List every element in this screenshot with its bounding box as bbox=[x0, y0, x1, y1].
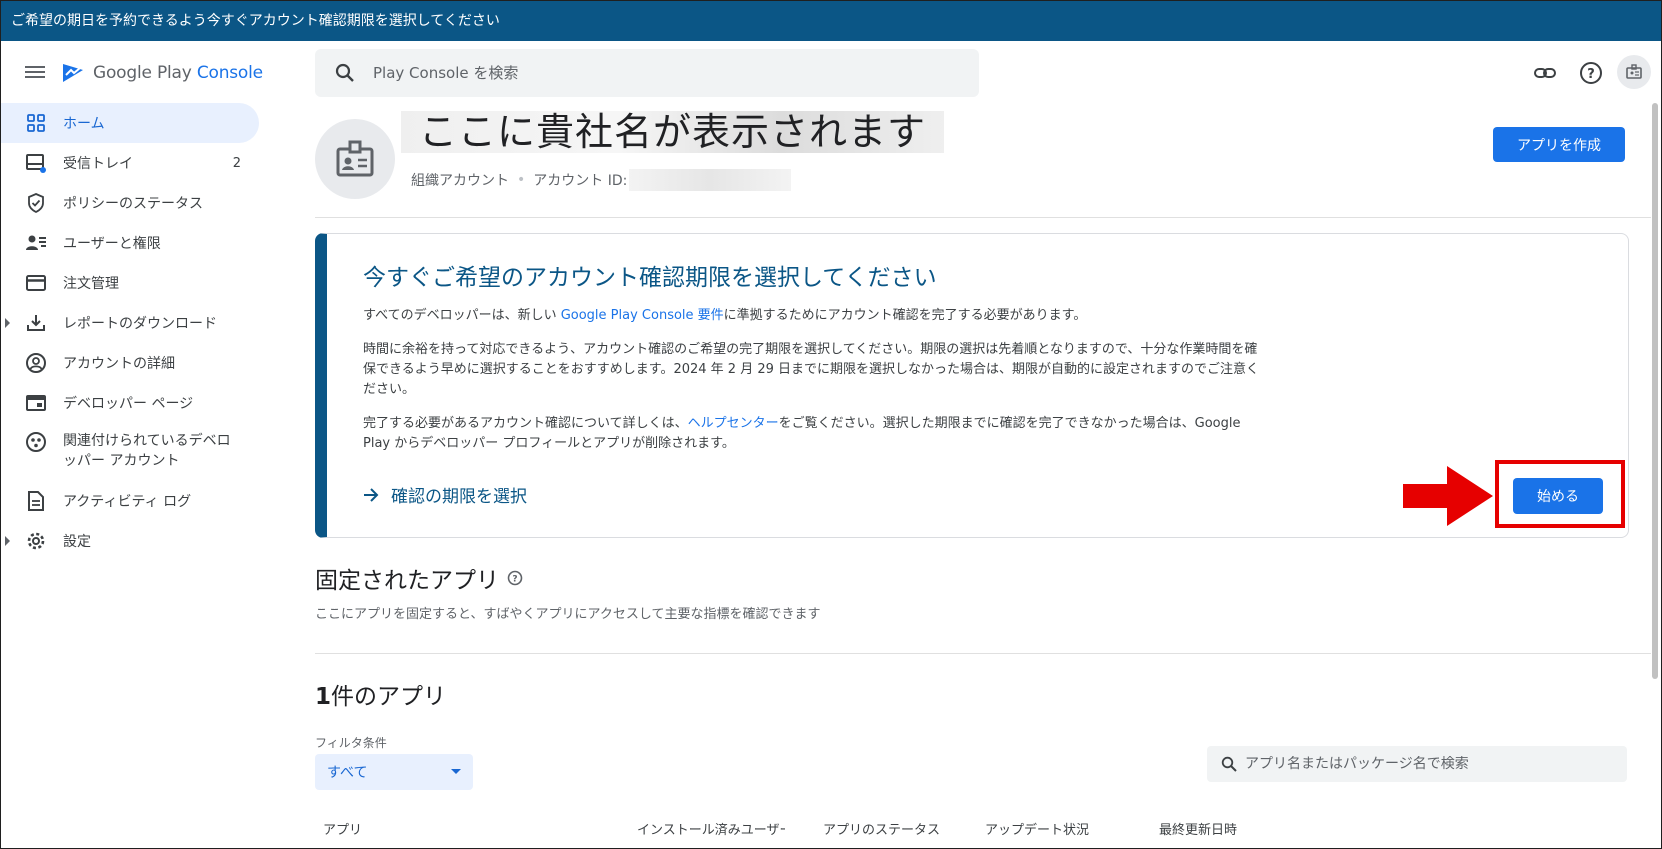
inbox-count-badge: 2 bbox=[232, 155, 241, 171]
brand-name: Google Play Console bbox=[93, 63, 263, 83]
account-icon[interactable] bbox=[1617, 55, 1651, 89]
notice-paragraph: 完了する必要があるアカウント確認について詳しくは、ヘルプセンターをご覧ください。… bbox=[363, 414, 1263, 454]
account-id-masked bbox=[629, 169, 792, 191]
svg-text:?: ? bbox=[1587, 67, 1595, 82]
sidebar-item-activity-log[interactable]: アクティビティ ログ bbox=[1, 481, 263, 521]
select-deadline-label: 確認の期限を選択 bbox=[391, 487, 527, 507]
credit-card-icon bbox=[25, 272, 47, 294]
sidebar-item-label: 設定 bbox=[63, 534, 91, 550]
column-header-update-status[interactable]: アップデート状況 bbox=[985, 819, 1089, 838]
search-icon bbox=[335, 63, 354, 82]
sidebar-item-label: ポリシーのステータス bbox=[63, 196, 203, 212]
expand-arrow-icon[interactable] bbox=[5, 536, 10, 546]
app-search-input[interactable] bbox=[1245, 756, 1615, 772]
sidebar-item-account-details[interactable]: アカウントの詳細 bbox=[1, 343, 263, 383]
sidebar-item-label: ホーム bbox=[63, 116, 105, 132]
sidebar-item-label: アカウントの詳細 bbox=[63, 356, 175, 372]
sidebar-item-download-reports[interactable]: レポートのダウンロード bbox=[1, 303, 263, 343]
scrollbar[interactable] bbox=[1652, 103, 1658, 679]
sidebar-item-label: 注文管理 bbox=[63, 276, 119, 292]
help-center-link[interactable]: ヘルプセンター bbox=[688, 416, 779, 431]
sidebar-item-inbox[interactable]: 受信トレイ 2 bbox=[1, 143, 263, 183]
sidebar-item-policy-status[interactable]: ポリシーのステータス bbox=[1, 183, 263, 223]
sidebar-item-home[interactable]: ホーム bbox=[1, 103, 259, 143]
company-name: ここに貴社名が表示されます bbox=[401, 111, 945, 153]
select-deadline-link[interactable]: 確認の期限を選択 bbox=[363, 482, 527, 507]
document-icon bbox=[25, 490, 47, 512]
sidebar-nav: ホーム 受信トレイ 2 ポリシーのステータス ユーザーと権限 注文管理 レポート… bbox=[1, 103, 263, 561]
notice-text: に準拠するためにアカウント確認を完了する必要があります。 bbox=[723, 308, 1087, 323]
pinned-apps-title: 固定されたアプリ ? bbox=[315, 561, 523, 595]
account-id-label: アカウント ID: bbox=[533, 173, 628, 189]
google-play-console-logo[interactable]: Google Play Console bbox=[61, 59, 263, 87]
sidebar-item-label: デベロッパー ページ bbox=[63, 396, 194, 412]
sidebar-item-order-management[interactable]: 注文管理 bbox=[1, 263, 263, 303]
pinned-apps-description: ここにアプリを固定すると、すばやくアプリにアクセスして主要な指標を確認できます bbox=[315, 607, 821, 622]
sidebar-item-users-permissions[interactable]: ユーザーと権限 bbox=[1, 223, 263, 263]
id-badge-icon bbox=[336, 140, 374, 177]
sidebar-item-linked-developer-accounts[interactable]: 関連付けられているデベロッパー アカウント bbox=[1, 423, 263, 481]
gear-icon bbox=[25, 530, 47, 552]
menu-icon[interactable] bbox=[23, 63, 47, 83]
notice-title: 今すぐご希望のアカウント確認期限を選択してください bbox=[363, 265, 937, 291]
filter-label: フィルタ条件 bbox=[315, 736, 387, 750]
column-header-app-status[interactable]: アプリのステータス bbox=[823, 819, 940, 838]
search-icon bbox=[1221, 756, 1237, 772]
divider bbox=[315, 217, 1651, 218]
notice-text: すべてのデベロッパーは、新しい bbox=[363, 308, 561, 323]
account-meta: 組織アカウント • アカウント ID: bbox=[411, 169, 792, 191]
chevron-down-icon bbox=[451, 769, 461, 774]
column-header-installed-users[interactable]: インストール済みユーザー bbox=[637, 819, 785, 838]
play-console-logo-icon bbox=[63, 64, 83, 82]
dashboard-icon bbox=[25, 112, 47, 134]
users-icon bbox=[25, 232, 47, 254]
top-banner[interactable]: ご希望の期日を予約できるよう今すぐアカウント確認期限を選択してください bbox=[1, 1, 1661, 41]
console-search-input[interactable] bbox=[373, 64, 933, 82]
app-count-number: 1 bbox=[315, 684, 332, 710]
column-header-last-updated[interactable]: 最終更新日時 bbox=[1159, 819, 1237, 838]
brand-google-play: Google Play bbox=[93, 63, 192, 83]
sidebar-item-label: 関連付けられているデベロッパー アカウント bbox=[63, 433, 231, 469]
sidebar-item-label: レポートのダウンロード bbox=[63, 316, 217, 332]
download-icon bbox=[25, 312, 47, 334]
shield-icon bbox=[25, 192, 47, 214]
sidebar-item-label: 受信トレイ bbox=[63, 156, 133, 172]
app-count-heading: 1件のアプリ bbox=[315, 677, 446, 711]
sidebar-item-label: ユーザーと権限 bbox=[63, 236, 161, 252]
sidebar-item-settings[interactable]: 設定 bbox=[1, 521, 263, 561]
column-header-app[interactable]: アプリ bbox=[323, 819, 362, 838]
filter-value: すべて bbox=[327, 765, 368, 781]
red-arrow-annotation bbox=[1403, 466, 1493, 526]
help-icon[interactable]: ? bbox=[507, 570, 523, 586]
app-search-bar[interactable] bbox=[1207, 746, 1627, 782]
account-avatar bbox=[315, 119, 395, 199]
divider bbox=[315, 653, 1651, 654]
create-app-button[interactable]: アプリを作成 bbox=[1493, 127, 1625, 162]
app-count-suffix: 件のアプリ bbox=[331, 684, 447, 710]
account-type: 組織アカウント bbox=[411, 173, 509, 189]
requirements-link[interactable]: Google Play Console 要件 bbox=[561, 308, 724, 323]
start-button[interactable]: 始める bbox=[1513, 478, 1603, 514]
svg-text:?: ? bbox=[512, 575, 517, 585]
notice-paragraph: 時間に余裕を持って対応できるよう、アカウント確認のご希望の完了期限を選択してくだ… bbox=[363, 342, 1259, 397]
sidebar-item-developer-page[interactable]: デベロッパー ページ bbox=[1, 383, 263, 423]
app-table-header: アプリ インストール済みユーザー アプリのステータス アップデート状況 最終更新… bbox=[315, 819, 1635, 848]
browser-frame: ご希望の期日を予約できるよう今すぐアカウント確認期限を選択してください Goog… bbox=[0, 0, 1662, 849]
notice-text: 完了する必要があるアカウント確認について詳しくは、 bbox=[363, 416, 688, 431]
link-icon[interactable] bbox=[1531, 59, 1559, 87]
linked-accounts-icon bbox=[25, 431, 47, 453]
account-circle-icon bbox=[25, 352, 47, 374]
arrow-right-icon bbox=[364, 487, 379, 502]
filter-dropdown[interactable]: すべて bbox=[315, 754, 473, 790]
help-icon[interactable]: ? bbox=[1577, 59, 1605, 87]
pinned-apps-heading: 固定されたアプリ bbox=[315, 568, 499, 594]
inbox-icon bbox=[25, 152, 47, 174]
web-page-icon bbox=[25, 392, 47, 414]
expand-arrow-icon[interactable] bbox=[5, 318, 10, 328]
brand-console: Console bbox=[196, 63, 263, 83]
separator-dot: • bbox=[517, 172, 526, 188]
sidebar-item-label: アクティビティ ログ bbox=[63, 494, 192, 510]
console-search-bar[interactable] bbox=[315, 49, 979, 97]
notice-paragraph: すべてのデベロッパーは、新しい Google Play Console 要件に準… bbox=[363, 306, 1263, 326]
